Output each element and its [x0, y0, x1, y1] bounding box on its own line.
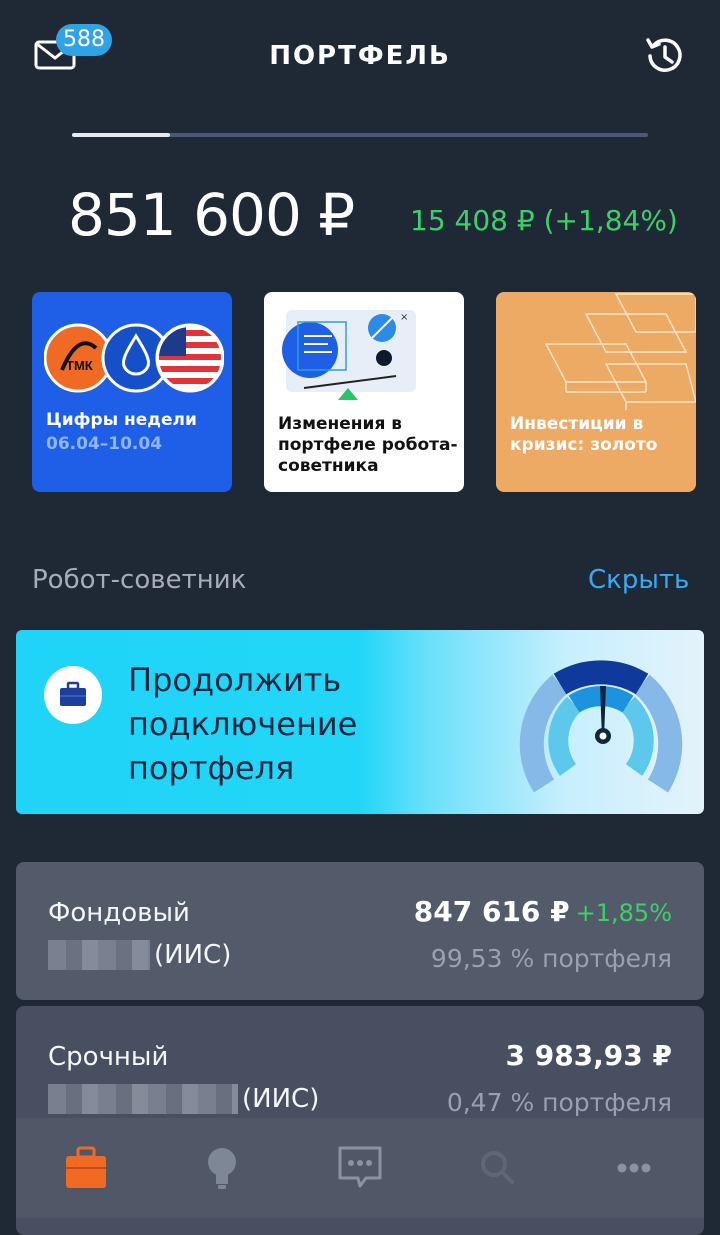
banner-text: Продолжить подключение портфеля — [128, 661, 358, 787]
story-dates: 06.04–10.04 — [46, 434, 163, 454]
account-subtitle: (ИИС) — [48, 938, 231, 972]
account-share: 99,53 % портфеля — [430, 944, 672, 973]
account-amount-row: 847 616 ₽ +1,85% — [414, 894, 672, 931]
briefcase-icon — [44, 666, 102, 724]
story-card-robot-changes[interactable]: × Изменения в портфеле робота-советника — [264, 292, 464, 492]
robot-advisor-illustration: × — [282, 310, 416, 400]
page-title: ПОРТФЕЛЬ — [269, 41, 451, 71]
account-share: 0,47 % портфеля — [446, 1088, 672, 1117]
svg-text:×: × — [400, 312, 408, 323]
redacted-account-number — [48, 940, 150, 970]
more-icon — [617, 1163, 651, 1173]
continue-connection-banner[interactable]: Продолжить подключение портфеля — [16, 630, 704, 814]
story-title: Изменения в портфеле робота-советника — [278, 414, 458, 476]
story-card-gold[interactable]: Инвестиции в кризис: золото — [496, 292, 696, 492]
gold-bars-illustration — [544, 293, 696, 410]
story-card-weekly-numbers[interactable]: ТМК Цифры недели 06.04–10.04 — [32, 292, 232, 492]
stocks-logos-icon: ТМК — [44, 323, 224, 393]
story-title: Цифры недели — [46, 410, 197, 430]
account-amount: 847 616 ₽ — [413, 895, 570, 928]
lightbulb-icon — [208, 1148, 236, 1189]
tab-more[interactable] — [604, 1142, 664, 1194]
bottom-tab-bar — [16, 1118, 704, 1218]
account-amount: 3 983,93 ₽ — [505, 1039, 672, 1072]
account-name: Срочный — [48, 1042, 169, 1072]
chat-icon — [338, 1146, 382, 1188]
account-card-stock[interactable]: Фондовый (ИИС) 847 616 ₽ +1,85% 99,53 % п… — [16, 862, 704, 1000]
stories-progress-bar — [72, 133, 648, 137]
account-name: Фондовый — [48, 898, 190, 928]
tab-chat[interactable] — [330, 1142, 390, 1194]
account-type: (ИИС) — [154, 940, 232, 970]
portfolio-change: 15 408 ₽ (+1,84%) — [410, 204, 678, 237]
account-delta: +1,85% — [575, 899, 672, 927]
gauge-icon — [519, 660, 683, 793]
account-type: (ИИС) — [242, 1084, 320, 1114]
account-subtitle: (ИИС) — [48, 1082, 319, 1116]
tab-ideas[interactable] — [192, 1142, 252, 1194]
section-title-robot-advisor: Робот-советник — [32, 565, 247, 595]
portfolio-balance: 851 600 ₽ — [68, 181, 355, 249]
search-icon — [481, 1151, 514, 1184]
svg-text:ТМК: ТМК — [66, 358, 93, 373]
briefcase-icon — [66, 1146, 106, 1188]
stories-progress-fill — [72, 133, 170, 137]
history-icon[interactable] — [640, 32, 688, 80]
tab-search[interactable] — [468, 1142, 528, 1194]
redacted-account-number — [48, 1084, 238, 1114]
story-title: Инвестиции в кризис: золото — [510, 414, 658, 455]
hide-link[interactable]: Скрыть — [588, 562, 689, 598]
tab-portfolio[interactable] — [56, 1142, 116, 1194]
